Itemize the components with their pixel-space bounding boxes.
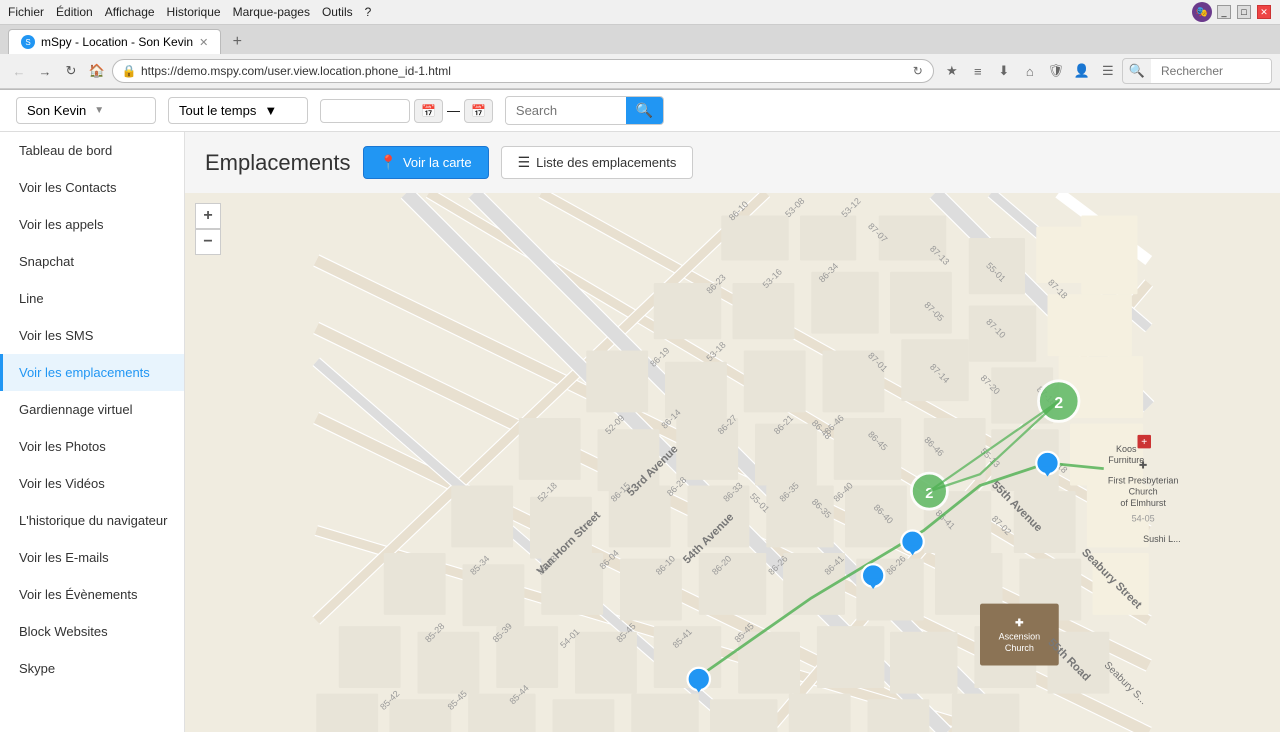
date-separator: — [447,103,460,118]
svg-text:✚: ✚ [1015,618,1024,629]
new-tab-button[interactable]: + [225,30,249,54]
app-search[interactable]: 🔍 [505,96,664,125]
map-container[interactable]: 86-10 53-08 53-12 86-23 53-16 86-34 86-1… [185,193,1280,732]
menu-affichage[interactable]: Affichage [105,5,155,19]
browser-search-input[interactable] [1151,59,1271,83]
sidebar-item-geofencing[interactable]: Gardiennage virtuel [0,391,184,428]
reader-icon[interactable]: ≡ [968,61,988,81]
device-dropdown-arrow: ▼ [94,105,104,116]
sidebar-item-locations[interactable]: Voir les emplacements [0,354,184,391]
time-dropdown-arrow: ▼ [264,103,277,118]
minimize-button[interactable]: _ [1217,5,1231,19]
view-list-button[interactable]: ☰ Liste des emplacements [501,146,694,179]
svg-text:Koos: Koos [1116,444,1137,454]
sidebar-item-dashboard[interactable]: Tableau de bord [0,132,184,169]
tab-bar: S mSpy - Location - Son Kevin ✕ + [0,25,1280,54]
sidebar-item-photos[interactable]: Voir les Photos [0,428,184,465]
map-icon: 📍 [380,154,397,171]
window-controls: 🎭 _ □ ✕ [1192,2,1272,22]
refresh-button[interactable]: ↻ [60,60,82,82]
sidebar-item-events[interactable]: Voir les Évènements [0,576,184,613]
close-button[interactable]: ✕ [1257,5,1271,19]
mask-icon: 🎭 [1192,2,1212,22]
device-selector[interactable]: Son Kevin ▼ [16,97,156,124]
svg-text:+: + [1141,437,1147,448]
svg-text:54-05: 54-05 [1132,514,1155,524]
home-button[interactable]: 🏠 [86,60,108,82]
date-range: 📅 — 📅 [320,99,493,123]
download-icon[interactable]: ⬇ [994,61,1014,81]
list-icon: ☰ [518,154,531,171]
device-name: Son Kevin [27,103,86,118]
zoom-in-button[interactable]: + [195,203,221,229]
svg-text:of Elmhurst: of Elmhurst [1120,498,1166,508]
shield-icon[interactable]: 🛡 [1046,61,1066,81]
content-area: Emplacements 📍 Voir la carte ☰ Liste des… [185,132,1280,732]
sidebar-item-sms[interactable]: Voir les SMS [0,317,184,354]
browser-search[interactable]: 🔍 [1122,58,1272,84]
ssl-lock-icon: 🔒 [121,63,137,79]
content-header: Emplacements 📍 Voir la carte ☰ Liste des… [185,132,1280,193]
zoom-out-button[interactable]: − [195,229,221,255]
date-start-input[interactable] [320,99,410,123]
calendar-end-icon[interactable]: 📅 [464,99,493,123]
tab-favicon: S [21,35,35,49]
app-search-button[interactable]: 🔍 [626,97,663,124]
sidebar: Tableau de bord Voir les Contacts Voir l… [0,132,185,732]
calendar-start-icon[interactable]: 📅 [414,99,443,123]
page-title: Emplacements [205,150,351,176]
time-selector[interactable]: Tout le temps ▼ [168,97,308,124]
browser-chrome: Fichier Édition Affichage Historique Mar… [0,0,1280,90]
svg-text:Sushi L...: Sushi L... [1143,534,1181,544]
search-icon: 🔍 [1123,63,1151,79]
svg-text:First Presbyterian: First Presbyterian [1108,475,1179,485]
app-search-input[interactable] [506,98,626,123]
back-button[interactable]: ← [8,60,30,82]
menu-historique[interactable]: Historique [167,5,221,19]
menu-help[interactable]: ? [365,5,372,19]
tab-close-icon[interactable]: ✕ [199,36,208,49]
menu-fichier[interactable]: Fichier [8,5,44,19]
sidebar-item-calls[interactable]: Voir les appels [0,206,184,243]
sidebar-item-videos[interactable]: Voir les Vidéos [0,465,184,502]
menu-marque-pages[interactable]: Marque-pages [233,5,310,19]
url-text: https://demo.mspy.com/user.view.location… [141,64,909,78]
time-filter-label: Tout le temps [179,103,256,118]
url-refresh-icon[interactable]: ↻ [913,64,923,78]
svg-text:Church: Church [1129,487,1158,497]
sidebar-item-emails[interactable]: Voir les E-mails [0,539,184,576]
sidebar-item-contacts[interactable]: Voir les Contacts [0,169,184,206]
toolbar-icons: ★ ≡ ⬇ ⌂ 🛡 👤 ☰ [942,61,1118,81]
bookmark-icon[interactable]: ★ [942,61,962,81]
main-layout: Tableau de bord Voir les Contacts Voir l… [0,132,1280,732]
map-svg: 86-10 53-08 53-12 86-23 53-16 86-34 86-1… [185,193,1280,732]
sidebar-item-snapchat[interactable]: Snapchat [0,243,184,280]
sidebar-item-skype[interactable]: Skype [0,650,184,687]
sidebar-item-line[interactable]: Line [0,280,184,317]
forward-button[interactable]: → [34,60,56,82]
menu-bar: Fichier Édition Affichage Historique Mar… [0,0,1280,25]
home-icon2[interactable]: ⌂ [1020,61,1040,81]
svg-text:Furniture: Furniture [1108,455,1144,465]
maximize-button[interactable]: □ [1237,5,1251,19]
active-tab[interactable]: S mSpy - Location - Son Kevin ✕ [8,29,221,54]
url-bar[interactable]: 🔒 https://demo.mspy.com/user.view.locati… [112,59,934,83]
menu-edition[interactable]: Édition [56,5,93,19]
app-header: Son Kevin ▼ Tout le temps ▼ 📅 — 📅 🔍 [0,90,1280,132]
svg-text:Church: Church [1005,643,1034,653]
map-controls: + − [195,203,221,255]
menu-outils[interactable]: Outils [322,5,353,19]
sidebar-item-block-websites[interactable]: Block Websites [0,613,184,650]
svg-text:Ascension: Ascension [999,632,1041,642]
profile-icon[interactable]: 👤 [1072,61,1092,81]
address-bar: ← → ↻ 🏠 🔒 https://demo.mspy.com/user.vie… [0,54,1280,89]
menu-icon[interactable]: ☰ [1098,61,1118,81]
sidebar-item-browser[interactable]: L'historique du navigateur [0,502,184,539]
view-map-button[interactable]: 📍 Voir la carte [363,146,489,179]
tab-title: mSpy - Location - Son Kevin [41,35,193,49]
